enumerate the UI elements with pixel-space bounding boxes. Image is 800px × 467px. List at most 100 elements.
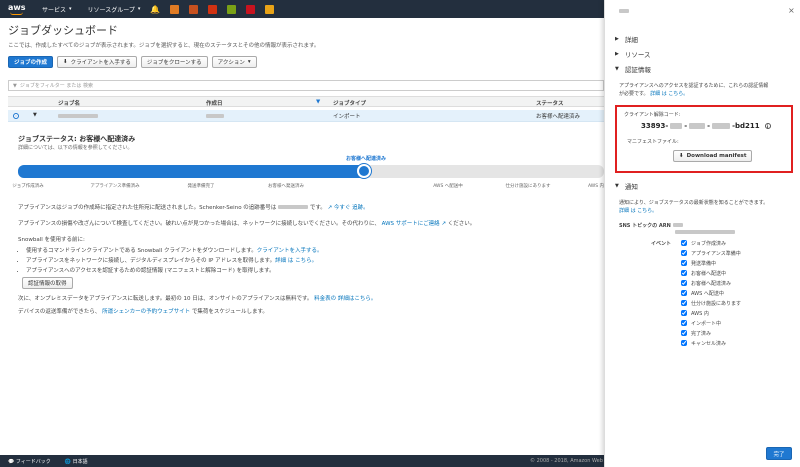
actions-label: アクション bbox=[217, 60, 245, 66]
feedback-label: フィードバック bbox=[15, 458, 51, 465]
return-text: デバイスの返送準備ができたら、 bbox=[18, 309, 101, 315]
transfer-text: 次に、オンプレミスデータをアプライアンスに転送します。最初の 10 日は、オンサ… bbox=[18, 296, 313, 302]
event-checkbox[interactable] bbox=[681, 290, 687, 296]
resource-groups-menu[interactable]: リソースグループ ▾ bbox=[88, 5, 141, 14]
track-now-link[interactable]: 今すぐ bbox=[334, 205, 351, 211]
event-checkbox[interactable] bbox=[681, 310, 687, 316]
stage-label: AWS へ配送中 bbox=[433, 184, 463, 189]
table-header: ジョブ名 作成日 ▼ ジョブタイプ ステータス bbox=[8, 96, 604, 107]
section-notifications[interactable]: ▼ 通知 bbox=[615, 181, 638, 191]
inspect-paragraph: アプライアンスの損傷や改ざんについて検査してください。破れい点が見つかった場合は… bbox=[18, 219, 475, 227]
event-checkbox[interactable] bbox=[681, 320, 687, 326]
event-checkbox[interactable] bbox=[681, 340, 687, 346]
track-link[interactable]: 追跡。 bbox=[352, 205, 369, 211]
step-text: アプライアンスへのアクセスを認証するための認証情報 (マニフェストと解除コード)… bbox=[26, 268, 275, 274]
event-option[interactable]: キャンセル済み bbox=[681, 338, 741, 348]
events-list: ジョブ作成済み アプライアンス準備中 発送準備中 お客様へ配送中 お客様へ配達済… bbox=[681, 238, 741, 348]
progress-marker bbox=[356, 164, 371, 178]
section-credentials[interactable]: ▼ 認証情報 bbox=[615, 64, 651, 74]
event-label: インポート中 bbox=[691, 320, 722, 327]
section-details[interactable]: ▶ 詳細 bbox=[615, 34, 638, 44]
event-option[interactable]: インポート中 bbox=[681, 318, 741, 328]
download-manifest-label: Download manifest bbox=[686, 153, 747, 159]
chevron-down-icon: ▼ bbox=[615, 183, 619, 189]
event-option[interactable]: 仕分け施設にあります bbox=[681, 298, 741, 308]
pricing-link[interactable]: 料金表の 詳細はこちら。 bbox=[314, 296, 376, 302]
section-resources-label: リソース bbox=[624, 51, 651, 59]
notifications-learn-more-link[interactable]: 詳細 は こちら。 bbox=[619, 208, 657, 214]
download-manifest-button[interactable]: ⬇ Download manifest bbox=[673, 150, 753, 162]
event-option[interactable]: 完了済み bbox=[681, 328, 741, 338]
service-shortcut-icon[interactable] bbox=[227, 4, 237, 14]
done-button[interactable]: 完了 bbox=[766, 447, 792, 460]
event-checkbox[interactable] bbox=[681, 300, 687, 306]
column-status[interactable]: ステータス bbox=[536, 99, 564, 107]
event-option[interactable]: アプライアンス準備中 bbox=[681, 248, 741, 258]
get-credentials-button[interactable]: 認証情報の取得 bbox=[22, 277, 73, 289]
section-resources[interactable]: ▶ リソース bbox=[615, 49, 651, 59]
carrier-booking-link[interactable]: 所運シェンカーの予約ウェブサイト bbox=[102, 309, 190, 315]
event-checkbox[interactable] bbox=[681, 240, 687, 246]
table-row[interactable]: ▼ インポート お客様へ配達済み bbox=[8, 110, 604, 122]
filter-input[interactable]: ▼ ジョブをフィルター または 検索 bbox=[8, 80, 604, 91]
service-shortcut-icon[interactable] bbox=[189, 4, 199, 14]
current-stage-label: お客様へ配達済み bbox=[346, 156, 387, 162]
event-option[interactable]: 発送準備中 bbox=[681, 258, 741, 268]
get-client-button[interactable]: ⬇ クライアントを入手する bbox=[57, 56, 137, 68]
event-checkbox[interactable] bbox=[681, 330, 687, 336]
download-icon: ⬇ bbox=[63, 59, 68, 65]
event-option[interactable]: お客様へ配送中 bbox=[681, 268, 741, 278]
aws-logo[interactable]: aws bbox=[8, 3, 26, 15]
info-icon[interactable]: i bbox=[764, 123, 771, 129]
external-link-icon: ↗ bbox=[327, 205, 333, 211]
sns-arn-label: SNS トピックの ARN bbox=[619, 223, 671, 229]
inspect-text: アプライアンスの損傷や改ざんについて検査してください。破れい点が見つかった場合は… bbox=[18, 221, 380, 227]
event-checkbox[interactable] bbox=[681, 280, 687, 286]
services-menu[interactable]: サービス ▾ bbox=[42, 5, 72, 14]
create-job-button[interactable]: ジョブの作成 bbox=[8, 56, 54, 68]
feedback-link[interactable]: 💬 フィードバック bbox=[8, 458, 51, 465]
sns-arn-row: SNS トピックの ARN bbox=[619, 222, 683, 229]
service-shortcut-icon[interactable] bbox=[208, 4, 218, 14]
service-shortcut-icon[interactable] bbox=[246, 4, 256, 14]
event-label: 仕分け施設にあります bbox=[691, 300, 742, 307]
learn-more-link[interactable]: 詳細 は こちら。 bbox=[275, 258, 317, 264]
clone-job-button[interactable]: ジョブをクローンする bbox=[140, 56, 208, 68]
column-job-type[interactable]: ジョブタイプ bbox=[333, 99, 366, 107]
step-text: アプライアンスをネットワークに接続し、デジタルディスプレイからその IP アドレ… bbox=[26, 258, 276, 264]
chevron-down-icon: ▾ bbox=[69, 6, 72, 12]
event-option[interactable]: AWS へ配送中 bbox=[681, 288, 741, 298]
get-client-link[interactable]: クライアントを入手する。 bbox=[257, 248, 323, 254]
credentials-learn-more-link[interactable]: 詳細 は こちら。 bbox=[650, 91, 688, 97]
service-shortcut-icon[interactable] bbox=[265, 4, 275, 14]
list-item: アプライアンスをネットワークに接続し、デジタルディスプレイからその IP アドレ… bbox=[26, 256, 323, 264]
event-option[interactable]: ジョブ作成済み bbox=[681, 238, 741, 248]
row-select-radio[interactable] bbox=[13, 113, 19, 119]
language-selector[interactable]: 🌐 日本語 bbox=[65, 458, 88, 465]
language-label: 日本語 bbox=[72, 458, 88, 465]
job-detail: ジョブステータス: お客様へ配達済み 詳細については、以下の情報を参照してくださ… bbox=[8, 126, 604, 464]
expand-icon[interactable]: ▼ bbox=[33, 112, 37, 118]
event-label: 完了済み bbox=[691, 330, 712, 337]
actions-menu-button[interactable]: アクション ▾ bbox=[211, 56, 257, 68]
section-notifications-label: 通知 bbox=[624, 183, 638, 191]
column-job-name[interactable]: ジョブ名 bbox=[58, 99, 80, 107]
aws-support-link[interactable]: AWS サポートにご連絡 bbox=[382, 221, 440, 227]
service-shortcut-icon[interactable] bbox=[170, 4, 180, 14]
stage-label: 発送準備完了 bbox=[187, 184, 215, 189]
event-option[interactable]: AWS 内 bbox=[681, 308, 741, 318]
column-created[interactable]: 作成日 bbox=[206, 99, 223, 107]
event-checkbox[interactable] bbox=[681, 260, 687, 266]
close-icon[interactable]: × bbox=[788, 6, 795, 15]
event-label: アプライアンス準備中 bbox=[691, 250, 741, 257]
sns-arn-value-redacted bbox=[675, 230, 735, 236]
chevron-down-icon: ▼ bbox=[615, 66, 619, 72]
step-text: 使用するコマンドラインクライアントである Snowball クライアントをダウン… bbox=[26, 248, 257, 254]
setup-steps-list: 使用するコマンドラインクライアントである Snowball クライアントをダウン… bbox=[26, 246, 323, 276]
event-checkbox[interactable] bbox=[681, 250, 687, 256]
pin-icon[interactable]: 🔔 bbox=[150, 5, 160, 14]
sort-desc-icon[interactable]: ▼ bbox=[316, 99, 320, 105]
status-title: ジョブステータス: お客様へ配達済み bbox=[18, 135, 136, 143]
event-option[interactable]: お客様へ配達済み bbox=[681, 278, 741, 288]
event-checkbox[interactable] bbox=[681, 270, 687, 276]
